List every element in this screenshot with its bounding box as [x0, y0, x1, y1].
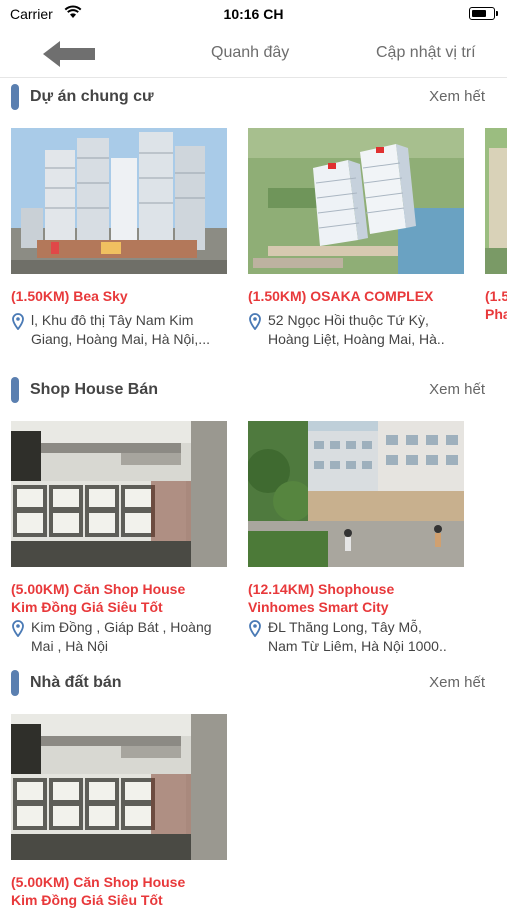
location-pin-icon	[249, 313, 261, 330]
section-marker	[11, 670, 19, 696]
card-address: Kim Đồng , Giáp Bát , Hoàng Mai , Hà Nội	[11, 618, 227, 656]
card-title: (1.50KM) Bea Sky	[11, 288, 128, 304]
card-address: l, Khu đô thị Tây Nam Kim Giang, Hoàng M…	[11, 311, 227, 349]
section-marker	[11, 377, 19, 403]
address-line: Giang, Hoàng Mai, Hà Nội,...	[31, 331, 210, 347]
card-address: 52 Ngọc Hồi thuộc Tứ Kỳ, Hoàng Liệt, Hoà…	[248, 311, 464, 349]
update-location-button[interactable]: Cập nhật vị trí	[376, 44, 476, 62]
shophouse-card-vinhomes[interactable]: (12.14KM) Shophouse Vinhomes Smart City …	[248, 421, 464, 656]
address-line: Nam Từ Liêm, Hà Nội 1000..	[268, 638, 447, 654]
location-pin-icon	[249, 620, 261, 637]
shophouse-card-kim-dong[interactable]: (5.00KM) Căn Shop House Kim Đồng Giá Siê…	[11, 421, 227, 656]
card-address: ĐL Thăng Long, Tây Mỗ, Nam Từ Liêm, Hà N…	[248, 618, 464, 656]
see-all-button[interactable]: Xem hết	[429, 674, 485, 691]
card-title: (5.00KM) Căn Shop House Kim Đồng Giá Siê…	[11, 874, 186, 908]
address-line: 52 Ngọc Hồi thuộc Tứ Kỳ,	[268, 312, 429, 328]
section-header-shophouse: Shop House Bán Xem hết	[0, 375, 507, 405]
back-button[interactable]	[40, 38, 98, 70]
land-card-kim-dong[interactable]: (5.00KM) Căn Shop House Kim Đồng Giá Siê…	[11, 714, 227, 909]
location-pin-icon	[12, 620, 24, 637]
status-time: 10:16 CH	[223, 6, 284, 22]
nearby-button[interactable]: Quanh đây	[211, 44, 289, 62]
back-arrow-icon	[43, 41, 95, 67]
property-photo	[485, 128, 507, 274]
address-line: Kim Đồng , Giáp Bát , Hoàng	[31, 619, 212, 635]
card-title: (1.5 Pha	[485, 288, 507, 322]
section-title: Shop House Bán	[30, 381, 159, 398]
see-all-button[interactable]: Xem hết	[429, 88, 485, 105]
battery-icon	[469, 7, 498, 20]
property-photo	[11, 128, 227, 274]
section-marker	[11, 84, 19, 110]
address-line: Hoàng Liệt, Hoàng Mai, Hà..	[268, 331, 445, 347]
property-photo	[11, 421, 227, 567]
section-title: Nhà đất bán	[30, 674, 122, 691]
nav-bar: Quanh đây Cập nhật vị trí	[0, 28, 507, 78]
property-photo	[11, 714, 227, 860]
location-pin-icon	[12, 313, 24, 330]
address-line: Mai , Hà Nội	[31, 638, 109, 654]
card-title: (1.50KM) OSAKA COMPLEX	[248, 288, 434, 304]
property-photo	[248, 421, 464, 567]
address-line: l, Khu đô thị Tây Nam Kim	[31, 312, 194, 328]
property-photo	[248, 128, 464, 274]
card-title: (12.14KM) Shophouse Vinhomes Smart City	[248, 581, 395, 615]
see-all-button[interactable]: Xem hết	[429, 381, 485, 398]
section-header-land: Nhà đất bán Xem hết	[0, 668, 507, 698]
card-title: (5.00KM) Căn Shop House Kim Đồng Giá Siê…	[11, 581, 186, 615]
address-line: ĐL Thăng Long, Tây Mỗ,	[268, 619, 422, 635]
project-card-osaka-complex[interactable]: (1.50KM) OSAKA COMPLEX 52 Ngọc Hồi thuộc…	[248, 128, 464, 349]
section-title: Dự án chung cư	[30, 88, 154, 105]
project-card-bea-sky[interactable]: (1.50KM) Bea Sky l, Khu đô thị Tây Nam K…	[11, 128, 227, 349]
status-bar: Carrier 10:16 CH	[0, 0, 507, 28]
project-card-partial[interactable]: (1.5 Pha	[485, 128, 507, 329]
section-header-apartments: Dự án chung cư Xem hết	[0, 82, 507, 112]
